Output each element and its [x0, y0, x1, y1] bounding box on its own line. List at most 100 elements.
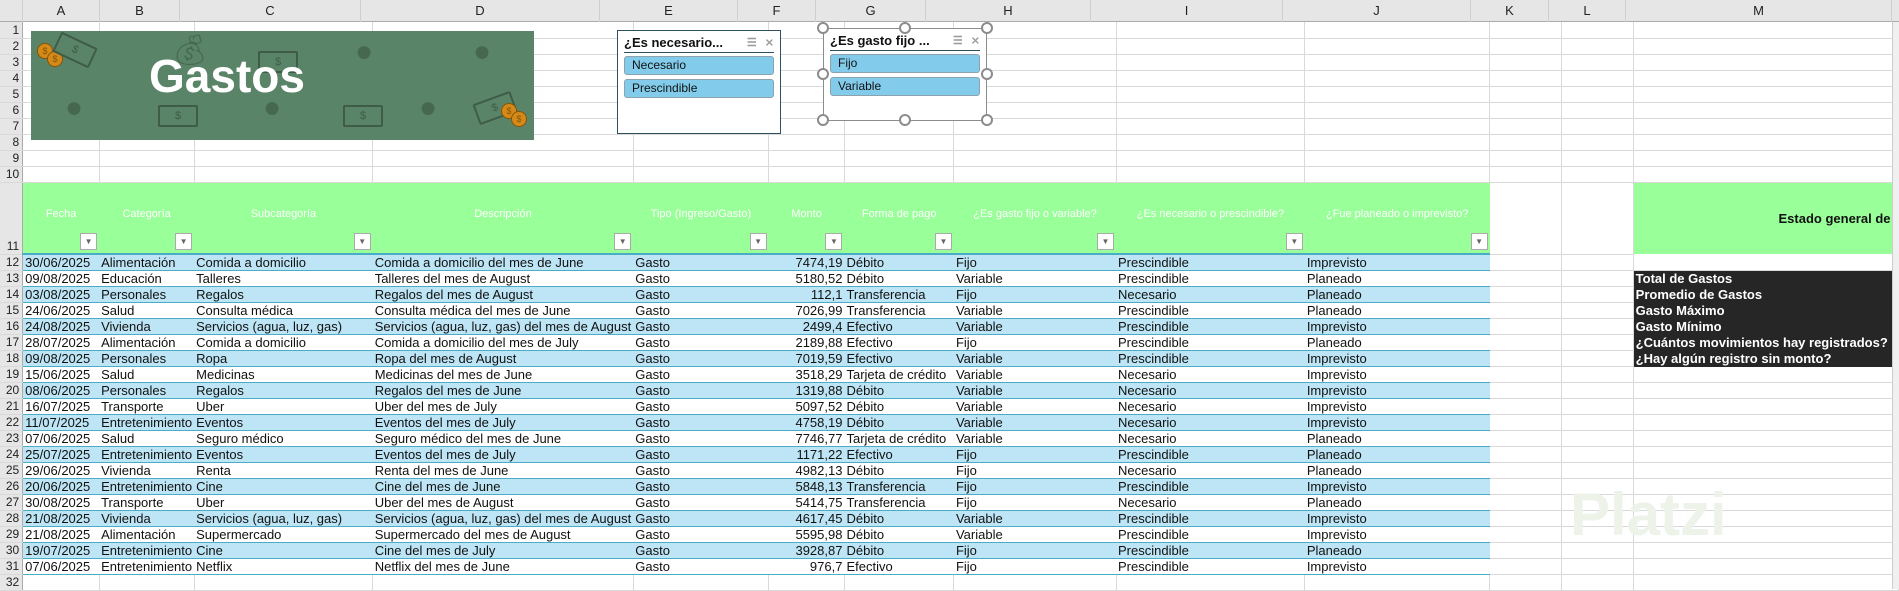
cell[interactable] — [1633, 150, 1899, 167]
cell[interactable] — [1489, 526, 1563, 543]
cell[interactable] — [1116, 22, 1306, 39]
row-number[interactable]: 14 — [0, 286, 24, 303]
table-cell[interactable]: Salud — [99, 302, 195, 319]
table-cell[interactable]: Transferencia — [844, 286, 954, 303]
table-cell[interactable]: 24/08/2025 — [22, 318, 100, 335]
table-cell[interactable]: Prescindible — [1116, 558, 1305, 575]
table-cell[interactable]: Imprevisto — [1304, 350, 1490, 367]
table-cell[interactable]: Necesario — [1116, 462, 1305, 479]
cell[interactable] — [1304, 22, 1491, 39]
cell[interactable] — [1489, 430, 1563, 447]
table-cell[interactable]: Necesario — [1116, 430, 1305, 447]
row-number[interactable]: 18 — [0, 350, 24, 367]
table-cell[interactable]: Eventos — [194, 414, 373, 431]
table-cell[interactable]: Gasto — [633, 350, 769, 367]
cell[interactable] — [1561, 134, 1634, 151]
cell[interactable] — [1489, 150, 1563, 167]
table-cell[interactable]: 1171,22 — [768, 446, 845, 463]
cell[interactable] — [1304, 86, 1491, 103]
table-cell[interactable]: Salud — [99, 366, 195, 383]
table-cell[interactable]: Gasto — [633, 526, 769, 543]
table-cell[interactable]: Eventos — [194, 446, 373, 463]
table-cell[interactable]: Ropa — [194, 350, 373, 367]
table-cell[interactable]: Necesario — [1116, 382, 1305, 399]
cell[interactable] — [1116, 102, 1306, 119]
table-cell[interactable]: Prescindible — [1116, 446, 1305, 463]
table-cell[interactable]: Gasto — [633, 510, 769, 527]
cell[interactable] — [953, 150, 1117, 167]
table-cell[interactable]: Entretenimiento — [99, 558, 195, 575]
table-cell[interactable]: Prescindible — [1116, 526, 1305, 543]
table-cell[interactable]: Efectivo — [844, 446, 954, 463]
table-cell[interactable]: Ropa del mes de August — [372, 350, 634, 367]
select-all-corner[interactable] — [0, 0, 23, 22]
row-number[interactable]: 4 — [0, 70, 24, 87]
slicer-item-prescindible[interactable]: Prescindible — [624, 79, 774, 98]
table-cell[interactable]: 09/08/2025 — [22, 350, 100, 367]
table-cell[interactable]: Uber — [194, 494, 373, 511]
cell[interactable] — [768, 574, 845, 591]
table-cell[interactable]: Planeado — [1304, 462, 1490, 479]
filter-dropdown-icon[interactable]: ▼ — [175, 233, 193, 250]
cell[interactable] — [953, 574, 1117, 591]
row-number[interactable]: 27 — [0, 494, 24, 511]
table-cell[interactable]: Talleres — [194, 270, 373, 287]
table-cell[interactable]: Débito — [844, 542, 954, 559]
table-cell[interactable]: 24/06/2025 — [22, 302, 100, 319]
table-cell[interactable]: 5848,13 — [768, 478, 845, 495]
cell[interactable] — [1489, 542, 1563, 559]
column-header-F[interactable]: F — [738, 0, 816, 22]
cell[interactable] — [1489, 366, 1563, 383]
cell[interactable] — [1489, 118, 1563, 135]
table-cell[interactable]: Renta — [194, 462, 373, 479]
column-header-C[interactable]: C — [180, 0, 361, 22]
table-cell[interactable]: Necesario — [1116, 286, 1305, 303]
table-cell[interactable]: Necesario — [1116, 366, 1305, 383]
table-cell[interactable]: Supermercado del mes de August — [372, 526, 634, 543]
row-number[interactable]: 19 — [0, 366, 24, 383]
table-cell[interactable]: Talleres del mes de August — [372, 270, 634, 287]
table-cell[interactable]: Imprevisto — [1304, 366, 1490, 383]
cell[interactable] — [1489, 334, 1563, 351]
table-cell[interactable]: 7026,99 — [768, 302, 845, 319]
filter-dropdown-icon[interactable]: ▼ — [614, 233, 632, 250]
table-cell[interactable]: 7474,19 — [768, 254, 845, 271]
table-cell[interactable]: Transporte — [99, 494, 195, 511]
row-number[interactable]: 29 — [0, 526, 24, 543]
table-cell[interactable]: Necesario — [1116, 398, 1305, 415]
table-cell[interactable]: Prescindible — [1116, 478, 1305, 495]
cell[interactable] — [22, 574, 100, 591]
table-cell[interactable]: Planeado — [1304, 286, 1490, 303]
cell[interactable] — [1633, 134, 1899, 151]
table-cell[interactable]: Variable — [953, 414, 1117, 431]
table-cell[interactable]: 4758,19 — [768, 414, 845, 431]
resize-handle[interactable] — [899, 114, 911, 126]
row-number[interactable]: 11 — [0, 182, 24, 255]
table-cell[interactable]: Seguro médico — [194, 430, 373, 447]
column-header-H[interactable]: H — [926, 0, 1091, 22]
row-number[interactable]: 3 — [0, 54, 24, 71]
row-number[interactable]: 31 — [0, 558, 24, 575]
cell[interactable] — [1489, 462, 1563, 479]
table-cell[interactable]: Cine — [194, 478, 373, 495]
table-cell[interactable]: Salud — [99, 430, 195, 447]
table-cell[interactable]: Variable — [953, 350, 1117, 367]
cell[interactable] — [1561, 86, 1634, 103]
slicer-fijo-variable[interactable]: ¿Es gasto fijo ... ☰ ⨯ Fijo Variable — [823, 28, 987, 121]
cell[interactable] — [372, 166, 634, 183]
row-number[interactable]: 2 — [0, 38, 24, 55]
table-cell[interactable]: Gasto — [633, 334, 769, 351]
cell[interactable] — [1633, 118, 1899, 135]
resize-handle[interactable] — [817, 22, 829, 34]
table-cell[interactable]: Variable — [953, 270, 1117, 287]
row-number[interactable]: 20 — [0, 382, 24, 399]
table-cell[interactable]: Servicios (agua, luz, gas) — [194, 510, 373, 527]
table-cell[interactable]: Netflix — [194, 558, 373, 575]
table-cell[interactable]: 21/08/2025 — [22, 510, 100, 527]
cell[interactable] — [1489, 270, 1563, 287]
multi-select-icon[interactable]: ☰ — [953, 34, 963, 47]
table-cell[interactable]: Fijo — [953, 542, 1117, 559]
cell[interactable] — [1561, 254, 1634, 271]
column-header-J[interactable]: J — [1283, 0, 1471, 22]
row-number[interactable]: 24 — [0, 446, 24, 463]
